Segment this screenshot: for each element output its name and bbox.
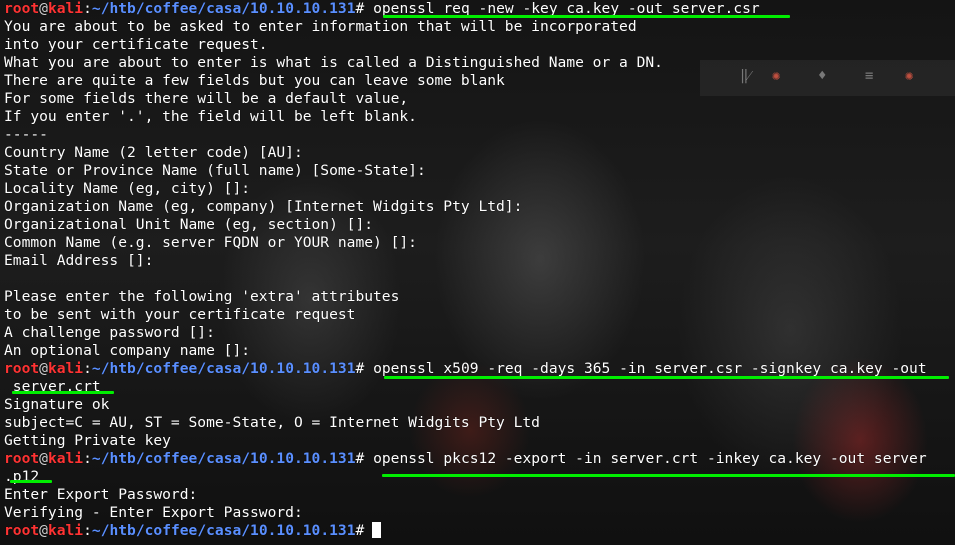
output-line: Country Name (2 letter code) [AU]: bbox=[4, 144, 303, 161]
prompt-line-active[interactable]: root@kali:~/htb/coffee/casa/10.10.10.131… bbox=[4, 522, 927, 540]
command-wrap-line: server.crt bbox=[12, 378, 101, 395]
output-line: There are quite a few fields but you can… bbox=[4, 72, 505, 89]
output-line: Locality Name (eg, city) []: bbox=[4, 180, 251, 197]
command-2-highlight bbox=[384, 376, 949, 379]
output-line: You are about to be asked to enter infor… bbox=[4, 18, 637, 35]
output-line: Organizational Unit Name (eg, section) [… bbox=[4, 216, 374, 233]
command-2-wrap-highlight bbox=[12, 391, 114, 394]
command-3-highlight bbox=[382, 474, 955, 477]
output-line: Organization Name (eg, company) [Interne… bbox=[4, 198, 523, 215]
output-line: subject=C = AU, ST = Some-State, O = Int… bbox=[4, 414, 540, 431]
output-line: Enter Export Password: bbox=[4, 486, 198, 503]
command-3-wrap-highlight bbox=[10, 480, 52, 483]
terminal-cursor[interactable] bbox=[372, 522, 382, 538]
output-line: ----- bbox=[4, 126, 48, 143]
command-openssl-pkcs12: openssl pkcs12 -export -in server.crt -i… bbox=[373, 450, 927, 467]
command-openssl-x509: openssl x509 -req -days 365 -in server.c… bbox=[373, 360, 927, 377]
command-wrap-line: .p12 bbox=[4, 468, 40, 485]
prompt-line-3: root@kali:~/htb/coffee/casa/10.10.10.131… bbox=[4, 450, 927, 467]
output-line: Please enter the following 'extra' attri… bbox=[4, 288, 400, 305]
output-line: Common Name (e.g. server FQDN or YOUR na… bbox=[4, 234, 417, 251]
output-line: Getting Private key bbox=[4, 432, 171, 449]
output-line: What you are about to enter is what is c… bbox=[4, 54, 663, 71]
output-line: State or Province Name (full name) [Some… bbox=[4, 162, 426, 179]
command-1-highlight bbox=[383, 15, 790, 18]
output-line: Signature ok bbox=[4, 396, 110, 413]
output-line: to be sent with your certificate request bbox=[4, 306, 356, 323]
output-line: Verifying - Enter Export Password: bbox=[4, 504, 303, 521]
output-line: If you enter '.', the field will be left… bbox=[4, 108, 417, 125]
output-line: A challenge password []: bbox=[4, 324, 215, 341]
output-line: An optional company name []: bbox=[4, 342, 251, 359]
terminal-window[interactable]: ‖⁄ ✺ ♦ ≡ ✺ root@kali:~/htb/coffee/casa/1… bbox=[0, 0, 955, 545]
output-line: into your certificate request. bbox=[4, 36, 268, 53]
terminal-output[interactable]: root@kali:~/htb/coffee/casa/10.10.10.131… bbox=[4, 0, 927, 540]
output-line: Email Address []: bbox=[4, 252, 154, 269]
output-line: For some fields there will be a default … bbox=[4, 90, 409, 107]
